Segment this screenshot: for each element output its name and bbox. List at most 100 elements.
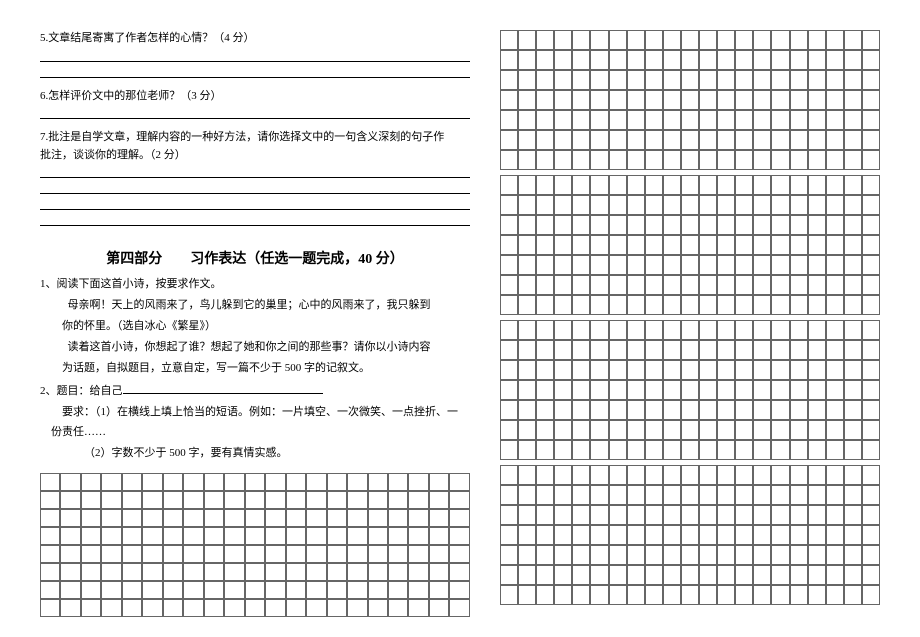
grid-cell[interactable]: [347, 509, 367, 527]
grid-cell[interactable]: [627, 130, 645, 150]
grid-cell[interactable]: [771, 380, 789, 400]
grid-cell[interactable]: [808, 70, 826, 90]
grid-cell[interactable]: [101, 509, 121, 527]
grid-cell[interactable]: [590, 400, 608, 420]
grid-cell[interactable]: [518, 485, 536, 505]
grid-cell[interactable]: [681, 175, 699, 195]
grid-cell[interactable]: [645, 585, 663, 605]
grid-cell[interactable]: [554, 235, 572, 255]
grid-cell[interactable]: [645, 380, 663, 400]
grid-cell[interactable]: [572, 360, 590, 380]
grid-cell[interactable]: [663, 70, 681, 90]
grid-cell[interactable]: [753, 110, 771, 130]
grid-cell[interactable]: [518, 110, 536, 130]
grid-cell[interactable]: [368, 545, 388, 563]
grid-cell[interactable]: [862, 50, 880, 70]
grid-cell[interactable]: [142, 509, 162, 527]
grid-cell[interactable]: [554, 50, 572, 70]
grid-cell[interactable]: [204, 473, 224, 491]
grid-cell[interactable]: [735, 525, 753, 545]
grid-cell[interactable]: [771, 400, 789, 420]
grid-cell[interactable]: [699, 50, 717, 70]
grid-cell[interactable]: [536, 295, 554, 315]
grid-cell[interactable]: [554, 440, 572, 460]
grid-cell[interactable]: [590, 380, 608, 400]
grid-cell[interactable]: [844, 130, 862, 150]
grid-cell[interactable]: [717, 275, 735, 295]
grid-cell[interactable]: [408, 563, 428, 581]
grid-cell[interactable]: [826, 360, 844, 380]
grid-cell[interactable]: [536, 545, 554, 565]
grid-cell[interactable]: [536, 380, 554, 400]
grid-cell[interactable]: [572, 30, 590, 50]
grid-cell[interactable]: [790, 465, 808, 485]
grid-cell[interactable]: [500, 130, 518, 150]
grid-cell[interactable]: [368, 599, 388, 617]
grid-cell[interactable]: [844, 275, 862, 295]
grid-cell[interactable]: [554, 130, 572, 150]
grid-cell[interactable]: [771, 275, 789, 295]
grid-cell[interactable]: [81, 527, 101, 545]
grid-cell[interactable]: [408, 581, 428, 599]
grid-cell[interactable]: [518, 525, 536, 545]
grid-cell[interactable]: [500, 360, 518, 380]
grid-cell[interactable]: [771, 150, 789, 170]
grid-cell[interactable]: [663, 585, 681, 605]
grid-cell[interactable]: [681, 275, 699, 295]
grid-cell[interactable]: [645, 275, 663, 295]
grid-cell[interactable]: [681, 235, 699, 255]
grid-cell[interactable]: [627, 50, 645, 70]
grid-cell[interactable]: [808, 465, 826, 485]
grid-cell[interactable]: [265, 491, 285, 509]
grid-cell[interactable]: [327, 563, 347, 581]
grid-cell[interactable]: [663, 320, 681, 340]
grid-cell[interactable]: [388, 473, 408, 491]
grid-cell[interactable]: [590, 90, 608, 110]
grid-cell[interactable]: [790, 380, 808, 400]
grid-cell[interactable]: [771, 235, 789, 255]
grid-cell[interactable]: [735, 130, 753, 150]
grid-cell[interactable]: [771, 295, 789, 315]
grid-cell[interactable]: [183, 491, 203, 509]
grid-cell[interactable]: [790, 400, 808, 420]
grid-cell[interactable]: [204, 563, 224, 581]
grid-cell[interactable]: [771, 195, 789, 215]
grid-cell[interactable]: [663, 90, 681, 110]
grid-cell[interactable]: [142, 491, 162, 509]
grid-cell[interactable]: [609, 545, 627, 565]
grid-cell[interactable]: [771, 525, 789, 545]
grid-cell[interactable]: [663, 440, 681, 460]
grid-cell[interactable]: [500, 320, 518, 340]
grid-cell[interactable]: [645, 485, 663, 505]
grid-cell[interactable]: [518, 70, 536, 90]
grid-cell[interactable]: [609, 360, 627, 380]
grid-cell[interactable]: [699, 235, 717, 255]
grid-cell[interactable]: [306, 599, 326, 617]
grid-cell[interactable]: [554, 585, 572, 605]
grid-cell[interactable]: [645, 50, 663, 70]
grid-cell[interactable]: [572, 545, 590, 565]
grid-cell[interactable]: [609, 565, 627, 585]
grid-cell[interactable]: [609, 400, 627, 420]
grid-cell[interactable]: [627, 150, 645, 170]
grid-cell[interactable]: [572, 50, 590, 70]
grid-cell[interactable]: [518, 215, 536, 235]
grid-cell[interactable]: [808, 90, 826, 110]
grid-cell[interactable]: [572, 215, 590, 235]
grid-cell[interactable]: [663, 235, 681, 255]
grid-cell[interactable]: [645, 440, 663, 460]
grid-cell[interactable]: [327, 599, 347, 617]
grid-cell[interactable]: [645, 320, 663, 340]
grid-cell[interactable]: [81, 599, 101, 617]
grid-cell[interactable]: [699, 585, 717, 605]
grid-cell[interactable]: [572, 585, 590, 605]
grid-cell[interactable]: [771, 485, 789, 505]
grid-cell[interactable]: [717, 440, 735, 460]
grid-cell[interactable]: [645, 465, 663, 485]
grid-cell[interactable]: [40, 473, 60, 491]
grid-cell[interactable]: [808, 130, 826, 150]
grid-cell[interactable]: [862, 275, 880, 295]
grid-cell[interactable]: [808, 110, 826, 130]
grid-cell[interactable]: [645, 295, 663, 315]
grid-cell[interactable]: [590, 130, 608, 150]
